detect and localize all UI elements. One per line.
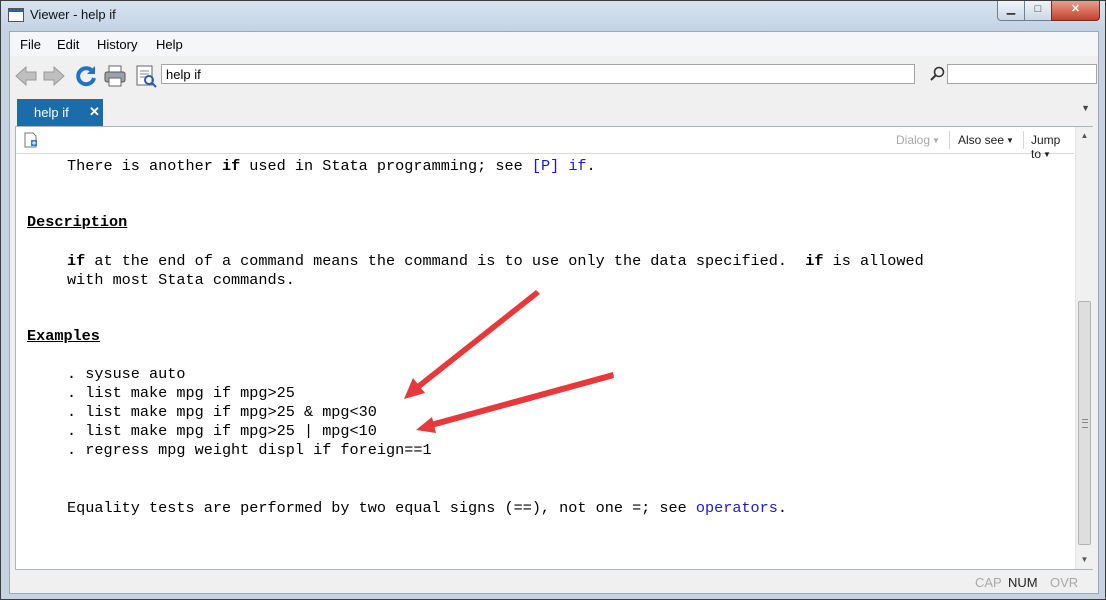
link-p-if-bracket[interactable]: [P] bbox=[532, 157, 559, 175]
help-content-pane: Dialog ▼ Also see ▼ Jump to ▼ There is anot… bbox=[15, 126, 1093, 570]
tab-label: help if bbox=[34, 105, 69, 120]
log-viewer-icon[interactable] bbox=[134, 64, 158, 88]
minimize-button[interactable]: ▁ bbox=[997, 1, 1025, 21]
tab-strip: help if ✕ ▼ bbox=[10, 94, 1098, 126]
example-line: . regress mpg weight displ if foreign==1 bbox=[67, 441, 432, 459]
status-cap: CAP bbox=[975, 575, 1002, 590]
status-bar: CAP NUM OVR bbox=[10, 572, 1098, 593]
client-area: File Edit History Help help if help if ✕… bbox=[9, 31, 1099, 594]
equality-line: Equality tests are performed by two equa… bbox=[67, 499, 788, 517]
scroll-thumb[interactable] bbox=[1078, 301, 1091, 545]
intro-line: There is another if used in Stata progra… bbox=[67, 157, 596, 175]
description-line-2: with most Stata commands. bbox=[67, 271, 295, 289]
status-ovr: OVR bbox=[1050, 575, 1079, 590]
help-text: There is another if used in Stata progra… bbox=[16, 153, 1074, 569]
link-p-if[interactable]: if bbox=[568, 157, 586, 175]
scroll-down-icon[interactable]: ▼ bbox=[1076, 551, 1093, 568]
maximize-button[interactable]: □ bbox=[1024, 1, 1052, 21]
forward-arrow-icon[interactable] bbox=[42, 64, 66, 88]
dialog-dropdown[interactable]: Dialog ▼ bbox=[896, 133, 940, 147]
examples-heading: Examples bbox=[27, 327, 100, 345]
command-address-input[interactable]: help if bbox=[161, 64, 915, 84]
menu-history[interactable]: History bbox=[97, 37, 137, 52]
back-arrow-icon[interactable] bbox=[14, 64, 38, 88]
example-line: . list make mpg if mpg>25 | mpg<10 bbox=[67, 422, 377, 440]
find-input[interactable] bbox=[947, 64, 1097, 84]
link-operators[interactable]: operators bbox=[696, 499, 778, 517]
tab-close-icon[interactable]: ✕ bbox=[89, 104, 100, 120]
grip-icon bbox=[1082, 419, 1088, 428]
description-line-1: if at the end of a command means the com… bbox=[67, 252, 924, 270]
vertical-scrollbar[interactable]: ▲ ▼ bbox=[1075, 127, 1093, 569]
new-viewer-icon[interactable] bbox=[24, 132, 38, 148]
also-see-dropdown[interactable]: Also see ▼ bbox=[958, 133, 1014, 147]
toolbar: help if bbox=[10, 59, 1098, 93]
tab-help-if[interactable]: help if ✕ bbox=[17, 99, 103, 126]
print-icon[interactable] bbox=[103, 64, 127, 88]
refresh-icon[interactable] bbox=[74, 64, 98, 88]
viewer-window: Viewer - help if ▁ □ ✕ File Edit History… bbox=[0, 0, 1106, 600]
example-line: . list make mpg if mpg>25 & mpg<30 bbox=[67, 403, 377, 421]
menu-bar: File Edit History Help bbox=[10, 32, 1098, 56]
example-line: . sysuse auto bbox=[67, 365, 186, 383]
window-title: Viewer - help if bbox=[30, 7, 116, 22]
tab-list-dropdown-icon[interactable]: ▼ bbox=[1081, 103, 1090, 113]
search-icon[interactable] bbox=[929, 65, 947, 83]
close-window-button[interactable]: ✕ bbox=[1051, 1, 1100, 21]
scroll-up-icon[interactable]: ▲ bbox=[1076, 127, 1093, 144]
viewer-subbar: Dialog ▼ Also see ▼ Jump to ▼ bbox=[16, 127, 1074, 161]
menu-file[interactable]: File bbox=[20, 37, 41, 52]
app-icon bbox=[8, 8, 24, 22]
title-bar: Viewer - help if ▁ □ ✕ bbox=[1, 1, 1105, 31]
description-heading: Description bbox=[27, 213, 128, 231]
menu-edit[interactable]: Edit bbox=[57, 37, 79, 52]
example-line: . list make mpg if mpg>25 bbox=[67, 384, 295, 402]
status-num: NUM bbox=[1008, 575, 1038, 590]
menu-help[interactable]: Help bbox=[156, 37, 183, 52]
